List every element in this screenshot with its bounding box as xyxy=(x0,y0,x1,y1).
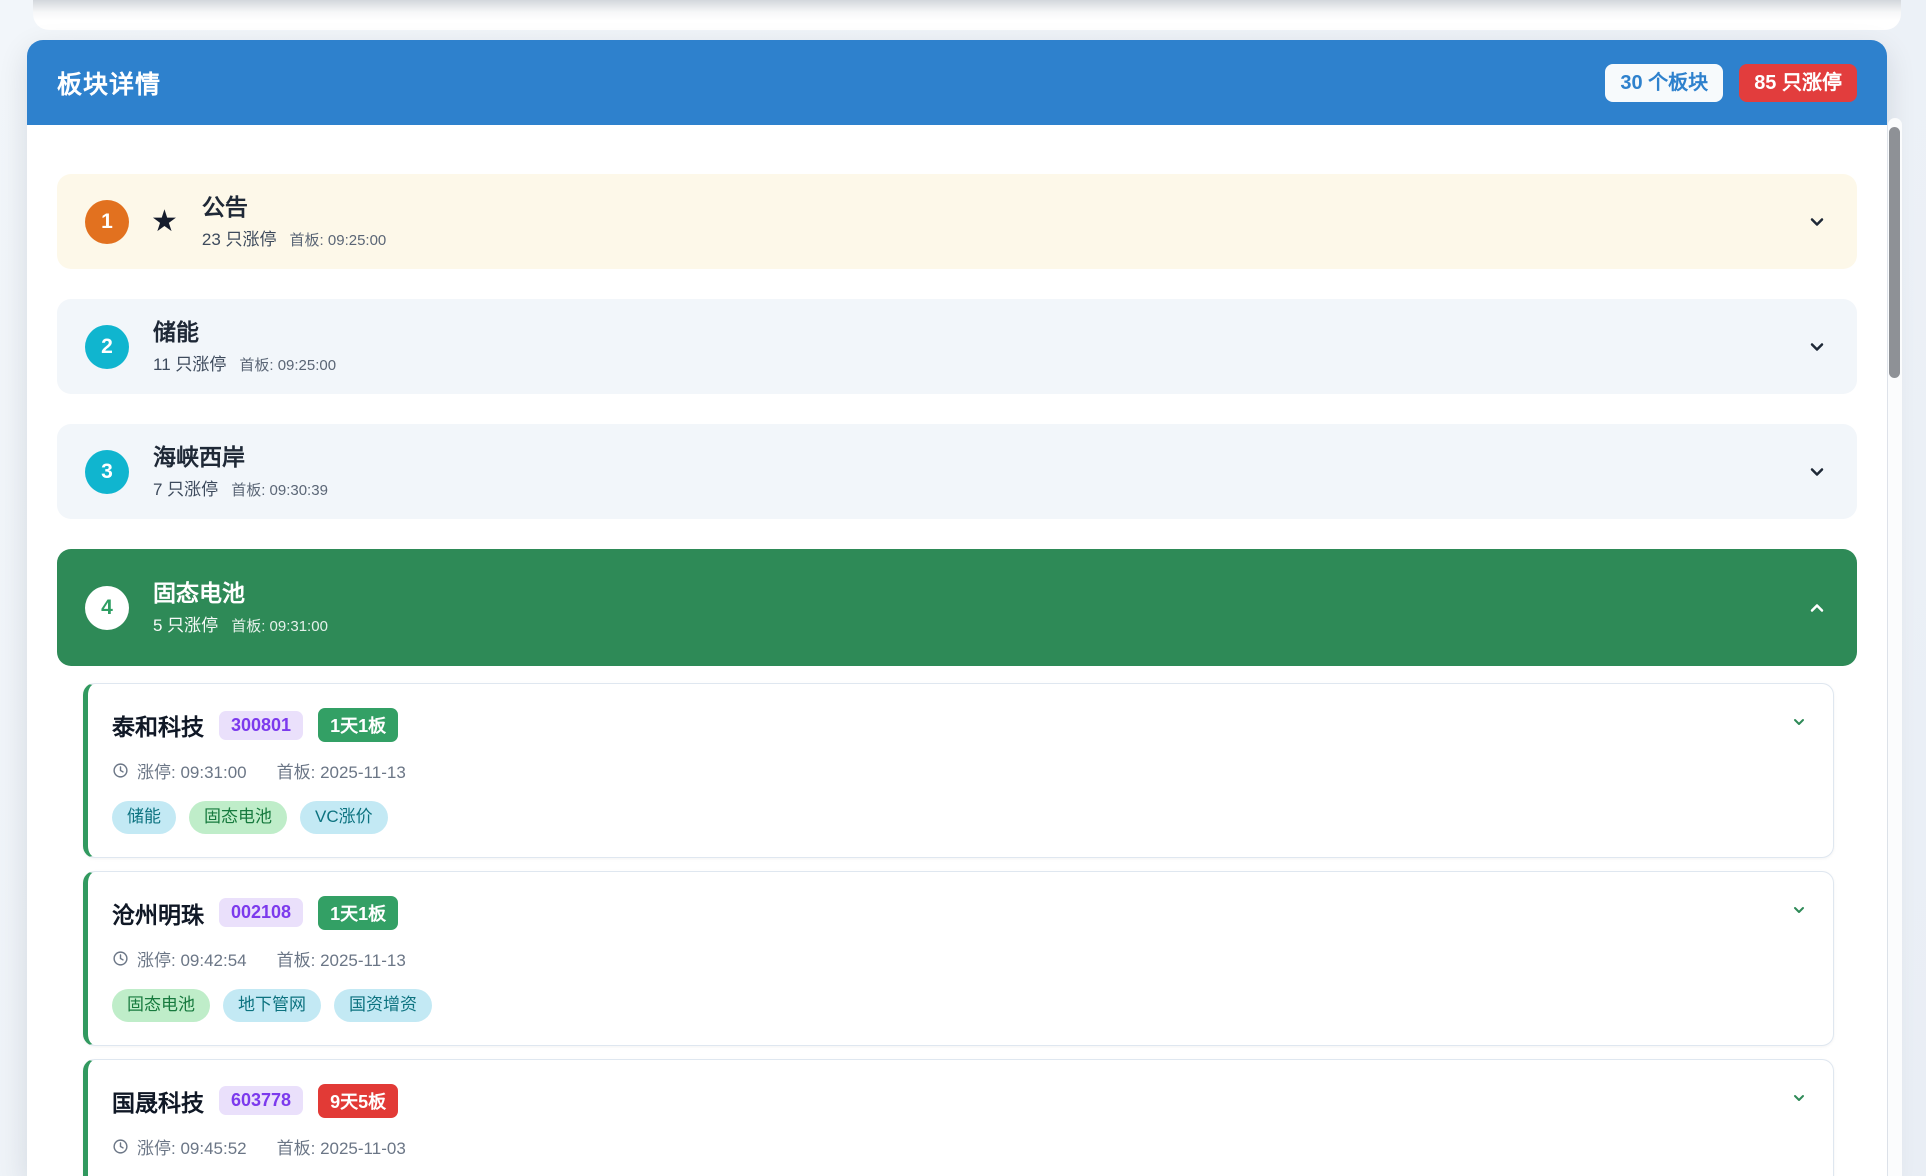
concept-tag[interactable]: 地下管网 xyxy=(223,989,321,1022)
stock-name: 沧州明珠 xyxy=(112,896,204,930)
rank-badge: 2 xyxy=(85,325,129,369)
stock-name: 泰和科技 xyxy=(112,708,204,742)
scrollbar-thumb[interactable] xyxy=(1889,127,1900,378)
star-icon[interactable]: ★ xyxy=(151,207,178,237)
sector-row-gutaidianchi[interactable]: 4 固态电池 5 只涨停 首板: 09:31:00 xyxy=(57,549,1857,666)
sector-meta: 5 只涨停 首板: 09:31:00 xyxy=(153,611,328,636)
panel-body: 1 ★ 公告 23 只涨停 首板: 09:25:00 2 储能 11 只涨停 首… xyxy=(27,125,1887,1176)
sector-count-badge: 30 个板块 xyxy=(1605,64,1723,102)
limitup-count: 23 只涨停 xyxy=(202,225,277,250)
stock-card-list: 泰和科技 300801 1天1板 涨停: 09:31:00 首板: 2025-1… xyxy=(83,683,1834,1176)
sector-row-chuneng[interactable]: 2 储能 11 只涨停 首板: 09:25:00 xyxy=(57,299,1857,394)
sector-meta: 7 只涨停 首板: 09:30:39 xyxy=(153,475,328,500)
card-meta: 涨停: 09:45:52 首板: 2025-11-03 xyxy=(112,1134,1809,1159)
concept-tag[interactable]: 国资增资 xyxy=(334,989,432,1022)
concept-tags: 固态电池 地下管网 国资增资 xyxy=(112,989,1809,1022)
streak-badge: 9天5板 xyxy=(318,1084,398,1118)
concept-tag[interactable]: VC涨价 xyxy=(300,801,388,834)
rank-badge: 1 xyxy=(85,200,129,244)
sector-name: 海峡西岸 xyxy=(153,443,328,472)
chevron-down-icon[interactable] xyxy=(1791,902,1807,918)
panel-header: 板块详情 30 个板块 85 只涨停 xyxy=(27,40,1887,125)
concept-tag[interactable]: 固态电池 xyxy=(112,989,210,1022)
sector-row-gonggao[interactable]: 1 ★ 公告 23 只涨停 首板: 09:25:00 xyxy=(57,174,1857,269)
limitup-count: 7 只涨停 xyxy=(153,475,218,500)
page-title: 板块详情 xyxy=(57,65,161,101)
sector-name: 公告 xyxy=(202,193,386,222)
concept-tags: 储能 固态电池 VC涨价 xyxy=(112,801,1809,834)
first-board-date: 首板: 2025-11-03 xyxy=(277,1134,406,1159)
clock-icon xyxy=(112,950,129,967)
sector-info: 固态电池 5 只涨停 首板: 09:31:00 xyxy=(153,579,328,637)
card-meta: 涨停: 09:42:54 首板: 2025-11-13 xyxy=(112,946,1809,971)
chevron-down-icon[interactable] xyxy=(1807,337,1827,357)
concept-tag[interactable]: 固态电池 xyxy=(189,801,287,834)
card-meta: 涨停: 09:31:00 首板: 2025-11-13 xyxy=(112,758,1809,783)
sector-detail-panel: 板块详情 30 个板块 85 只涨停 1 ★ 公告 23 只涨停 首板: 09:… xyxy=(27,40,1887,1176)
first-board-time: 首板: 09:25:00 xyxy=(239,354,336,375)
scrollbar-track[interactable] xyxy=(1888,118,1902,1176)
card-title-row: 泰和科技 300801 1天1板 xyxy=(112,708,1809,742)
chevron-down-icon[interactable] xyxy=(1807,212,1827,232)
sector-name: 固态电池 xyxy=(153,579,328,608)
limitup-time: 涨停: 09:45:52 xyxy=(137,1134,247,1159)
stock-card-cangzhou: 沧州明珠 002108 1天1板 涨停: 09:42:54 首板: 2025-1… xyxy=(83,871,1834,1046)
scrolled-card-edge xyxy=(33,0,1901,30)
chevron-up-icon[interactable] xyxy=(1807,598,1827,618)
stock-code-badge: 002108 xyxy=(219,898,303,927)
rank-badge: 3 xyxy=(85,450,129,494)
sector-info: 储能 11 只涨停 首板: 09:25:00 xyxy=(153,318,336,376)
first-board-time: 首板: 09:30:39 xyxy=(231,479,328,500)
stock-code-badge: 300801 xyxy=(219,711,303,740)
first-board-date: 首板: 2025-11-13 xyxy=(277,946,406,971)
chevron-down-icon[interactable] xyxy=(1807,462,1827,482)
limitup-count: 11 只涨停 xyxy=(153,350,226,375)
stock-card-guosheng: 国晟科技 603778 9天5板 涨停: 09:45:52 首板: 2025-1… xyxy=(83,1059,1834,1176)
sector-row-haixia[interactable]: 3 海峡西岸 7 只涨停 首板: 09:30:39 xyxy=(57,424,1857,519)
stock-name: 国晟科技 xyxy=(112,1084,204,1118)
first-board-time: 首板: 09:25:00 xyxy=(290,229,387,250)
sector-name: 储能 xyxy=(153,318,336,347)
sector-info: 海峡西岸 7 只涨停 首板: 09:30:39 xyxy=(153,443,328,501)
streak-badge: 1天1板 xyxy=(318,896,398,930)
sector-meta: 23 只涨停 首板: 09:25:00 xyxy=(202,225,386,250)
streak-badge: 1天1板 xyxy=(318,708,398,742)
limitup-time: 涨停: 09:42:54 xyxy=(137,946,247,971)
sector-info: 公告 23 只涨停 首板: 09:25:00 xyxy=(202,193,386,251)
clock-icon xyxy=(112,762,129,779)
rank-badge: 4 xyxy=(85,586,129,630)
limitup-count: 5 只涨停 xyxy=(153,611,218,636)
limitup-count-badge: 85 只涨停 xyxy=(1739,64,1857,102)
concept-tag[interactable]: 储能 xyxy=(112,801,176,834)
first-board-date: 首板: 2025-11-13 xyxy=(277,758,406,783)
stock-code-badge: 603778 xyxy=(219,1086,303,1115)
stock-card-taihe: 泰和科技 300801 1天1板 涨停: 09:31:00 首板: 2025-1… xyxy=(83,683,1834,858)
chevron-down-icon[interactable] xyxy=(1791,1090,1807,1106)
header-badges: 30 个板块 85 只涨停 xyxy=(1605,64,1857,102)
sector-meta: 11 只涨停 首板: 09:25:00 xyxy=(153,350,336,375)
chevron-down-icon[interactable] xyxy=(1791,714,1807,730)
clock-icon xyxy=(112,1138,129,1155)
first-board-time: 首板: 09:31:00 xyxy=(231,615,328,636)
limitup-time: 涨停: 09:31:00 xyxy=(137,758,247,783)
card-title-row: 沧州明珠 002108 1天1板 xyxy=(112,896,1809,930)
card-title-row: 国晟科技 603778 9天5板 xyxy=(112,1084,1809,1118)
